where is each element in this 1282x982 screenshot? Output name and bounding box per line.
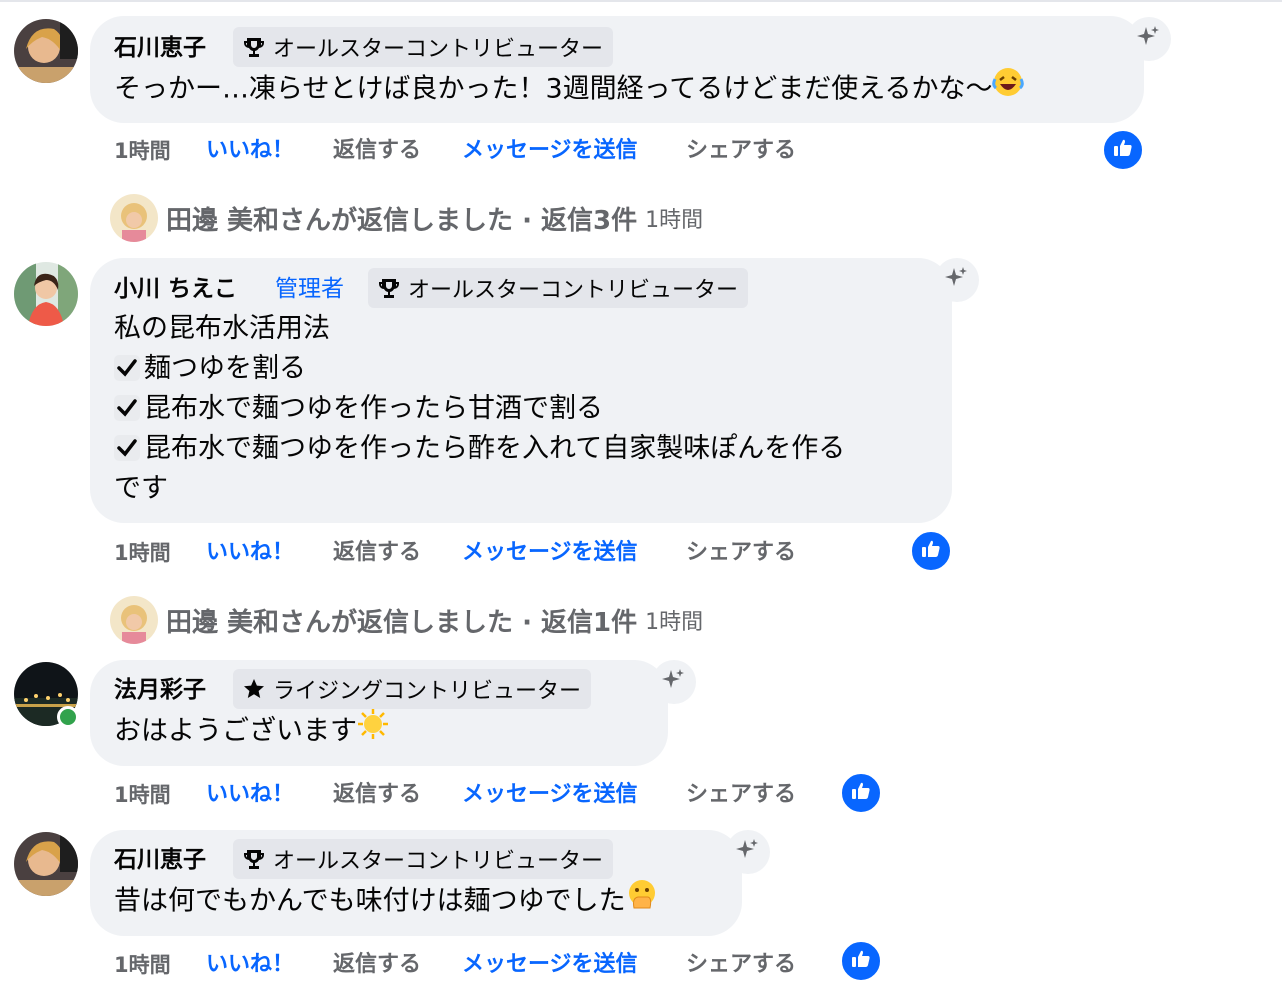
hand-over-mouth-emoji xyxy=(626,878,658,922)
reply-button[interactable]: 返信する xyxy=(333,950,421,980)
send-message-button[interactable]: メッセージを送信 xyxy=(462,950,638,980)
comment-author[interactable]: 法月彩子 xyxy=(114,674,206,706)
like-reaction[interactable] xyxy=(1102,129,1144,171)
reply-summary: 田邊 美和さんが返信しました · 返信1件 xyxy=(166,607,638,638)
comment-text: そっかー…凍らせとけば良かった！3週間経ってるけどまだ使えるかな〜 xyxy=(114,66,1025,112)
contributor-badge[interactable]: オールスターコントリビューター xyxy=(368,268,749,308)
ai-sparkle-button[interactable] xyxy=(726,830,770,874)
laughing-crying-emoji xyxy=(992,66,1025,110)
online-status-indicator xyxy=(57,706,79,728)
top-divider xyxy=(0,0,1282,2)
badge-label: オールスターコントリビューター xyxy=(408,278,739,303)
check-mark-icon xyxy=(114,354,140,381)
comment-text: 昆布水で麺つゆを作ったら甘酒で割る xyxy=(114,389,603,429)
share-button[interactable]: シェアする xyxy=(686,950,796,980)
reply-time: 1時間 xyxy=(645,610,704,635)
ai-sparkle-button[interactable] xyxy=(1127,17,1171,61)
contributor-badge[interactable]: オールスターコントリビューター xyxy=(233,27,614,67)
reply-avatar xyxy=(110,596,158,644)
comment-text: です xyxy=(114,473,168,504)
contributor-badge[interactable]: ライジングコントリビューター xyxy=(233,669,592,709)
sparkle-icon xyxy=(661,667,687,697)
sparkle-icon xyxy=(735,837,761,867)
comment-text: 昔は何でもかんでも味付けは麺つゆでした xyxy=(114,880,658,924)
thumbs-up-icon xyxy=(850,780,872,806)
sparkle-icon xyxy=(1136,24,1162,54)
send-message-button[interactable]: メッセージを送信 xyxy=(462,136,638,166)
check-mark-icon xyxy=(114,394,140,421)
reply-avatar xyxy=(110,194,158,242)
like-reaction[interactable] xyxy=(840,940,882,982)
reply-button[interactable]: 返信する xyxy=(333,136,421,166)
comment-timestamp[interactable]: 1時間 xyxy=(114,136,171,166)
admin-label: 管理者 xyxy=(275,276,344,302)
like-button[interactable]: いいね！ xyxy=(206,136,294,166)
share-button[interactable]: シェアする xyxy=(686,780,796,810)
avatar[interactable] xyxy=(14,19,78,83)
avatar[interactable] xyxy=(14,832,78,896)
send-message-button[interactable]: メッセージを送信 xyxy=(462,780,638,810)
comment-timestamp[interactable]: 1時間 xyxy=(114,950,171,980)
comment-text: 私の昆布水活用法 xyxy=(114,313,330,344)
share-button[interactable]: シェアする xyxy=(686,538,796,568)
like-button[interactable]: いいね！ xyxy=(206,538,294,568)
ai-sparkle-button[interactable] xyxy=(652,660,696,704)
thumbs-up-icon xyxy=(920,538,942,564)
comment-timestamp[interactable]: 1時間 xyxy=(114,780,171,810)
badge-label: オールスターコントリビューター xyxy=(273,37,604,62)
badge-label: オールスターコントリビューター xyxy=(273,849,604,874)
comment-text: おはようございます xyxy=(114,708,389,754)
reply-time: 1時間 xyxy=(645,208,704,233)
reply-summary: 田邊 美和さんが返信しました · 返信3件 xyxy=(166,205,638,236)
check-mark-icon xyxy=(114,434,140,461)
send-message-button[interactable]: メッセージを送信 xyxy=(462,538,638,568)
contributor-badge[interactable]: オールスターコントリビューター xyxy=(233,839,614,879)
trophy-icon xyxy=(376,275,402,301)
badge-label: ライジングコントリビューター xyxy=(273,679,582,704)
comment-timestamp[interactable]: 1時間 xyxy=(114,538,171,568)
reply-button[interactable]: 返信する xyxy=(333,780,421,810)
ai-sparkle-button[interactable] xyxy=(935,258,979,302)
sparkle-icon xyxy=(944,265,970,295)
like-reaction[interactable] xyxy=(840,772,882,814)
thumbs-up-icon xyxy=(850,948,872,974)
star-icon xyxy=(241,676,267,702)
comment-text: 昆布水で麺つゆを作ったら酢を入れて自家製味ぽんを作る xyxy=(114,429,845,469)
trophy-icon xyxy=(241,34,267,60)
view-replies-link[interactable]: 田邊 美和さんが返信しました · 返信1件 1時間 xyxy=(110,596,703,644)
comment-author[interactable]: 石川恵子 xyxy=(114,844,206,876)
comment-author[interactable]: 小川 ちえこ xyxy=(114,273,237,305)
thumbs-up-icon xyxy=(1112,137,1134,163)
reply-button[interactable]: 返信する xyxy=(333,538,421,568)
like-reaction[interactable] xyxy=(910,530,952,572)
view-replies-link[interactable]: 田邊 美和さんが返信しました · 返信3件 1時間 xyxy=(110,194,703,242)
avatar[interactable] xyxy=(14,262,78,326)
like-button[interactable]: いいね！ xyxy=(206,950,294,980)
sun-emoji xyxy=(357,708,389,752)
trophy-icon xyxy=(241,846,267,872)
share-button[interactable]: シェアする xyxy=(686,136,796,166)
like-button[interactable]: いいね！ xyxy=(206,780,294,810)
comment-author[interactable]: 石川恵子 xyxy=(114,32,206,64)
comment-text: 麺つゆを割る xyxy=(114,349,306,389)
